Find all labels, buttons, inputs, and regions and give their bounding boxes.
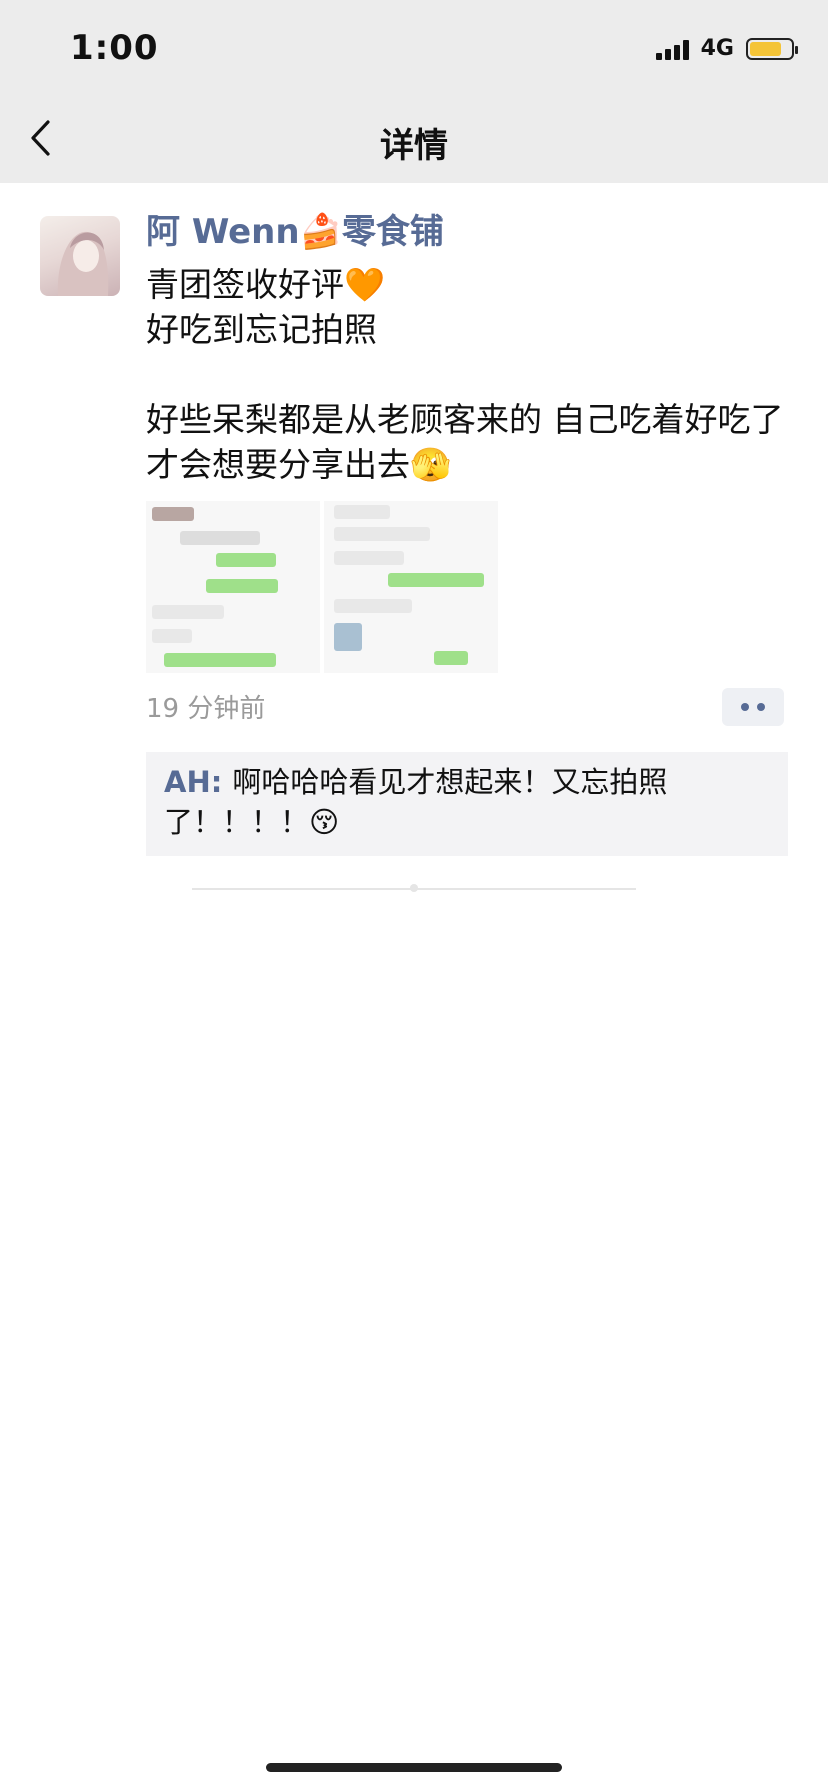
signal-icon — [655, 38, 689, 60]
post-images — [146, 501, 498, 673]
avatar[interactable] — [40, 216, 120, 296]
moment-post: 阿 Wenn🍰零食铺 青团签收好评🧡 好吃到忘记拍照 好些呆梨都是从老顾客来的 … — [146, 208, 796, 673]
comment-item[interactable]: AH: 啊哈哈哈看见才想起来！又忘拍照了！！！！😚 — [164, 762, 772, 842]
post-image[interactable] — [324, 501, 498, 673]
post-image[interactable] — [146, 501, 320, 673]
comment-text: 啊哈哈哈看见才想起来！又忘拍照了！！！！😚 — [164, 765, 668, 839]
post-text: 青团签收好评🧡 好吃到忘记拍照 好些呆梨都是从老顾客来的 自己吃着好吃了才会想要… — [146, 265, 784, 484]
comments-section: AH: 啊哈哈哈看见才想起来！又忘拍照了！！！！😚 — [146, 752, 788, 856]
navigation-bar: 1:00 4G 详情 — [0, 0, 828, 183]
comment-separator: : — [210, 765, 233, 799]
more-actions-button[interactable] — [722, 688, 784, 726]
divider-dot — [410, 884, 418, 892]
home-indicator[interactable] — [266, 1763, 562, 1772]
page-title: 详情 — [380, 126, 448, 166]
network-type: 4G — [700, 36, 734, 61]
comment-author[interactable]: AH — [164, 765, 211, 799]
battery-icon — [746, 37, 798, 60]
status-time: 1:00 — [70, 28, 159, 68]
author-name[interactable]: 阿 Wenn🍰零食铺 — [146, 208, 796, 256]
dot-icon — [741, 703, 749, 711]
post-timestamp: 19 分钟前 — [146, 694, 266, 724]
dot-icon — [757, 703, 765, 711]
avatar-illustration — [57, 231, 109, 296]
status-indicators: 4G — [655, 36, 798, 61]
